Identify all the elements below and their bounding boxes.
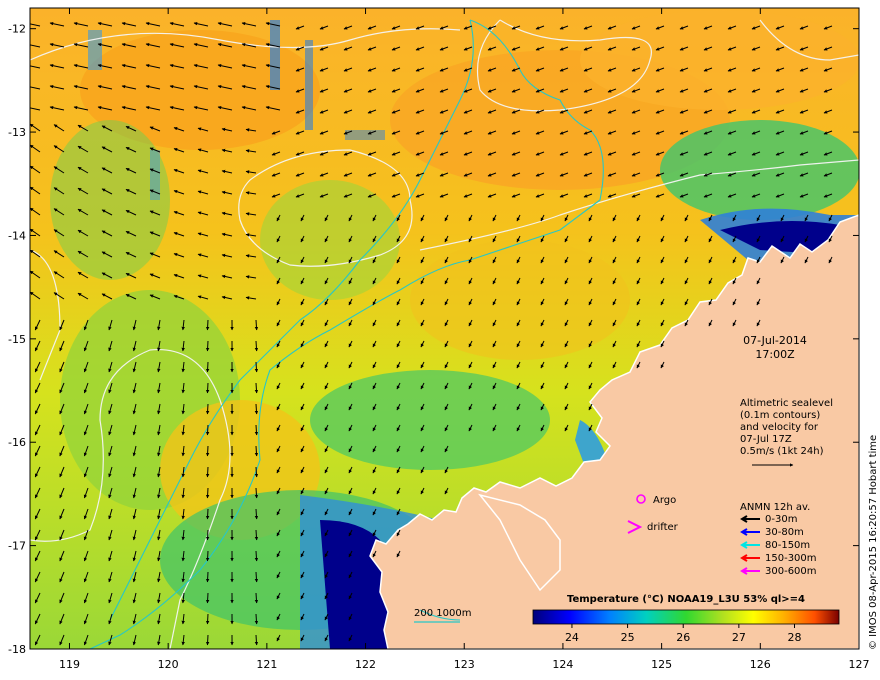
- colorbar-tick-label: 24: [565, 631, 579, 644]
- velocity-arrow: [205, 319, 210, 331]
- velocity-arrow: [254, 445, 259, 457]
- x-tick-label: 125: [651, 658, 672, 671]
- anmn-legend-label: 0-30m: [765, 514, 797, 525]
- velocity-arrow: [205, 571, 210, 583]
- anmn-title: ANMN 12h av.: [740, 502, 810, 513]
- altimetry-line-2: (0.1m contours): [740, 410, 820, 421]
- colorbar-tick-label: 27: [732, 631, 746, 644]
- velocity-arrow: [205, 592, 210, 604]
- x-tick-label: 122: [355, 658, 376, 671]
- anmn-legend-label: 150-300m: [765, 553, 817, 564]
- x-tick-label: 121: [256, 658, 277, 671]
- time-label: 17:00Z: [755, 348, 795, 361]
- x-tick-label: 127: [849, 658, 870, 671]
- velocity-arrow: [254, 340, 259, 352]
- x-tick-label: 126: [750, 658, 771, 671]
- drifter-label: drifter: [647, 522, 679, 533]
- y-tick-label: -18: [8, 643, 26, 656]
- velocity-arrow: [205, 382, 210, 394]
- x-tick-label: 123: [454, 658, 475, 671]
- colorbar-tick-label: 26: [676, 631, 690, 644]
- x-tick-label: 119: [59, 658, 80, 671]
- velocity-arrow: [205, 529, 210, 541]
- bathymetry-legend-label: 200 1000m: [414, 608, 471, 619]
- velocity-arrow: [254, 319, 259, 331]
- velocity-arrow: [254, 550, 259, 562]
- side-credit: © IMOS 08-Apr-2015 16:20:57 Hobart time: [868, 435, 879, 650]
- altimetry-line-4: 07-Jul 17Z: [740, 434, 792, 445]
- velocity-arrow: [205, 613, 210, 625]
- velocity-arrow: [254, 361, 259, 373]
- y-tick-label: -13: [8, 126, 26, 139]
- velocity-arrow: [254, 487, 259, 499]
- colorbar-tick-label: 28: [787, 631, 801, 644]
- date-label: 07-Jul-2014: [743, 334, 807, 347]
- velocity-arrow: [254, 403, 259, 415]
- velocity-arrow: [254, 634, 259, 646]
- velocity-arrow: [205, 487, 210, 499]
- velocity-arrow: [205, 634, 210, 646]
- velocity-arrow: [205, 508, 210, 520]
- velocity-arrow: [205, 340, 210, 352]
- velocity-arrow: [205, 361, 210, 373]
- x-tick-label: 124: [552, 658, 573, 671]
- velocity-arrow: [254, 613, 259, 625]
- x-tick-label: 120: [158, 658, 179, 671]
- y-tick-label: -15: [8, 333, 26, 346]
- velocity-arrow: [254, 592, 259, 604]
- y-tick-label: -16: [8, 436, 26, 449]
- map-plot-area: 24 25 26 27 28: [30, 8, 859, 649]
- y-tick-label: -12: [8, 23, 26, 36]
- colorbar-gradient: [532, 609, 840, 625]
- altimetry-line-1: Altimetric sealevel: [740, 398, 833, 409]
- velocity-arrow: [205, 424, 210, 436]
- colorbar-title: Temperature (°C) NOAA19_L3U 53% ql>=4: [567, 594, 805, 605]
- anmn-legend-label: 30-80m: [765, 527, 804, 538]
- velocity-arrow: [254, 508, 259, 520]
- velocity-arrow: [254, 466, 259, 478]
- velocity-arrow: [205, 466, 210, 478]
- altimetry-line-5: 0.5m/s (1kt 24h): [740, 446, 824, 457]
- y-tick-label: -14: [8, 229, 26, 242]
- argo-label: Argo: [653, 495, 676, 506]
- velocity-arrow: [205, 550, 210, 562]
- velocity-arrow: [254, 382, 259, 394]
- anmn-legend-label: 80-150m: [765, 540, 810, 551]
- velocity-arrow: [205, 445, 210, 457]
- velocity-arrow: [254, 571, 259, 583]
- colorbar-tick-label: 25: [621, 631, 635, 644]
- velocity-arrow: [205, 403, 210, 415]
- y-tick-label: -17: [8, 540, 26, 553]
- anmn-legend-label: 300-600m: [765, 566, 817, 577]
- sst-map: 24 25 26 27 28 119 120 121 122 123 124 125 126 127 -1…: [8, 7, 879, 671]
- velocity-arrow: [254, 529, 259, 541]
- velocity-arrow: [254, 424, 259, 436]
- altimetry-line-3: and velocity for: [740, 422, 819, 433]
